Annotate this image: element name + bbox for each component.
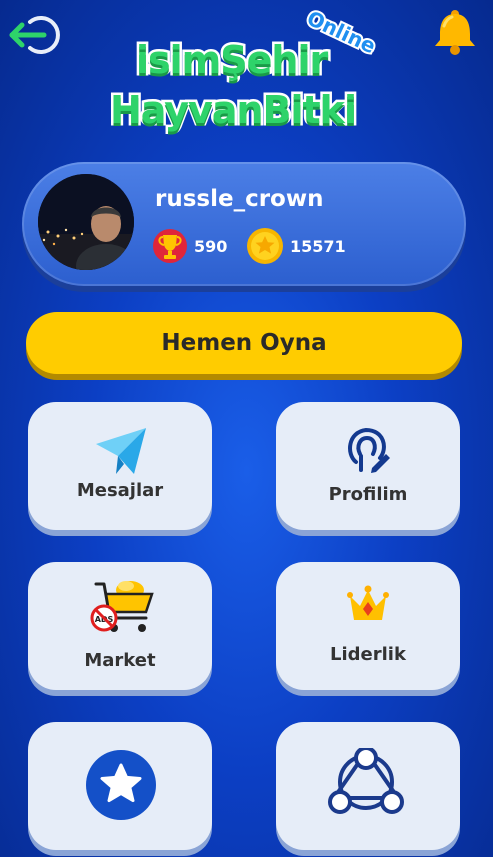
- play-now-button[interactable]: Hemen Oyna: [26, 312, 462, 374]
- paper-plane-icon: [96, 428, 146, 474]
- logo-title-line2: HayvanBitki: [108, 86, 360, 135]
- crown-icon: [347, 585, 389, 620]
- exit-arrow-icon: [9, 16, 60, 54]
- shopping-cart-icon: ADS: [90, 581, 154, 632]
- notifications-button[interactable]: [432, 8, 478, 56]
- market-label: Market: [84, 650, 156, 671]
- coin-stat: 15571: [246, 226, 346, 266]
- trophy-icon: [153, 229, 187, 263]
- share-network-icon: [328, 748, 404, 814]
- messages-tile[interactable]: Mesajlar: [28, 402, 212, 530]
- my-profile-label: Profilim: [328, 484, 408, 505]
- messages-label: Mesajlar: [76, 480, 164, 501]
- trophy-count: 590: [194, 236, 228, 256]
- exit-button[interactable]: [8, 12, 68, 58]
- app-logo: isimŞehir HayvanBitki Online: [100, 4, 400, 142]
- my-profile-tile[interactable]: Profilim: [276, 402, 460, 530]
- leaderboard-label: Liderlik: [330, 644, 406, 665]
- star-coin-icon: [247, 228, 283, 264]
- leaderboard-tile[interactable]: Liderlik: [276, 562, 460, 690]
- star-circle-icon: [86, 750, 156, 820]
- favorites-tile[interactable]: [28, 722, 212, 850]
- share-tile[interactable]: [276, 722, 460, 850]
- user-edit-icon: [348, 427, 390, 473]
- market-tile[interactable]: ADS Market: [28, 562, 212, 690]
- username: russle_crown: [155, 186, 324, 212]
- profile-card[interactable]: russle_crown 590 15571: [22, 162, 466, 286]
- logo-title-line1: isimŞehir: [133, 36, 330, 85]
- coin-count: 15571: [290, 236, 346, 256]
- avatar: [38, 174, 134, 270]
- trophy-stat: 590: [152, 226, 227, 266]
- bell-icon: [435, 10, 475, 55]
